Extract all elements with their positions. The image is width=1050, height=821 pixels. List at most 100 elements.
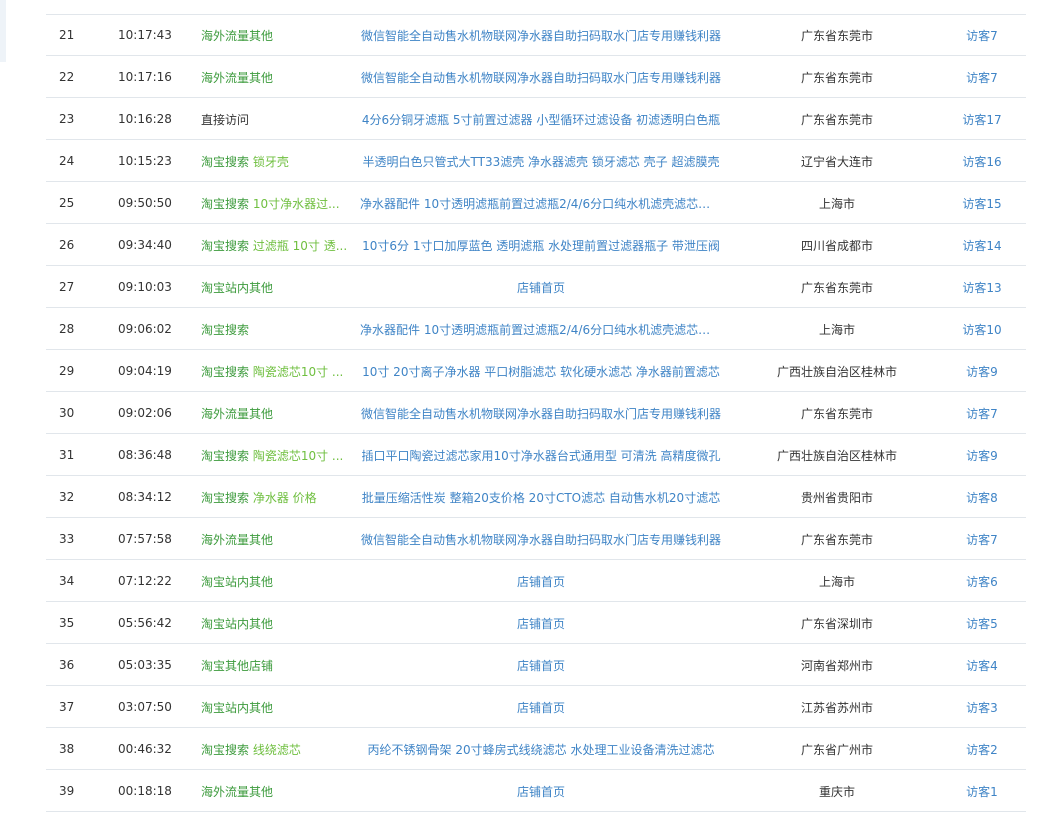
visitor-link[interactable]: 访客7 <box>952 405 1012 422</box>
search-keyword-link[interactable]: 净水器 价格 <box>253 491 317 505</box>
traffic-source-cell: 海外流量其他 <box>201 27 360 44</box>
visited-page-link[interactable]: 净水器配件 10寸透明滤瓶前置过滤瓶2/4/6分口纯水机滤壳滤芯外壳 <box>360 195 722 212</box>
visitor-region: 广东省东莞市 <box>800 28 873 43</box>
visited-page-link[interactable]: 半透明白色只管式大TT33滤壳 净水器滤壳 锁牙滤芯 壳子 超滤膜壳 <box>360 153 722 170</box>
table-row: 29 09:04:19 淘宝搜索 陶瓷滤芯10寸 ... 10寸 20寸离子净水器 平… <box>46 351 1026 392</box>
visited-page-link[interactable]: 10寸 20寸离子净水器 平口树脂滤芯 软化硬水滤芯 净水器前置滤芯 <box>360 363 722 380</box>
visitor-region: 广东省东莞市 <box>800 112 873 127</box>
visitor-link[interactable]: 访客1 <box>952 783 1012 800</box>
row-index: 32 <box>59 490 75 504</box>
traffic-source-link[interactable]: 海外流量其他 <box>201 533 273 547</box>
row-index: 35 <box>59 616 75 630</box>
traffic-source-link[interactable]: 淘宝搜索 <box>201 239 249 253</box>
traffic-source-link[interactable]: 淘宝搜索 <box>201 365 249 379</box>
visitor-link[interactable]: 访客7 <box>952 69 1012 86</box>
visited-page-link[interactable]: 10寸6分 1寸口加厚蓝色 透明滤瓶 水处理前置过滤器瓶子 带泄压阀 <box>360 237 722 254</box>
traffic-source-link[interactable]: 淘宝搜索 <box>201 155 249 169</box>
table-row: 23 10:16:28 直接访问 4分6分铜牙滤瓶 5寸前置过滤器 小型循环过滤设备 … <box>46 99 1026 140</box>
traffic-source-link[interactable]: 淘宝其他店铺 <box>201 659 273 673</box>
traffic-source-cell: 淘宝搜索 陶瓷滤芯10寸 ... <box>201 447 360 464</box>
traffic-source-cell: 淘宝站内其他 <box>201 699 360 716</box>
visitor-link[interactable]: 访客7 <box>952 531 1012 548</box>
row-index: 28 <box>59 322 75 336</box>
visitor-region: 辽宁省大连市 <box>800 154 873 169</box>
visited-page-link[interactable]: 微信智能全自动售水机物联网净水器自助扫码取水门店专用赚钱利器 <box>360 405 722 422</box>
visitor-region: 广东省东莞市 <box>800 70 873 85</box>
traffic-source-link[interactable]: 淘宝搜索 <box>201 323 249 337</box>
traffic-source-cell: 淘宝搜索 线绕滤芯 <box>201 741 360 758</box>
visitor-link[interactable]: 访客2 <box>952 741 1012 758</box>
search-keyword-link[interactable]: 锁牙壳 <box>253 155 289 169</box>
visit-time: 09:10:03 <box>118 280 172 294</box>
table-row: 35 05:56:42 淘宝站内其他 店铺首页 广东省深圳市 访客5 <box>46 603 1026 644</box>
visit-time: 00:18:18 <box>118 784 172 798</box>
visited-page-link[interactable]: 店铺首页 <box>360 615 722 632</box>
visitor-link[interactable]: 访客4 <box>952 657 1012 674</box>
visitor-region: 上海市 <box>818 574 855 589</box>
visited-page-link[interactable]: 微信智能全自动售水机物联网净水器自助扫码取水门店专用赚钱利器 <box>360 27 722 44</box>
visitor-link[interactable]: 访客13 <box>952 279 1012 296</box>
visited-page-link[interactable]: 店铺首页 <box>360 657 722 674</box>
visitor-table: 21 10:17:43 海外流量其他 微信智能全自动售水机物联网净水器自助扫码取水门店… <box>46 14 1026 812</box>
visitor-link[interactable]: 访客16 <box>952 153 1012 170</box>
traffic-source-link[interactable]: 淘宝搜索 <box>201 743 249 757</box>
visited-page-link[interactable]: 店铺首页 <box>360 279 722 296</box>
visitor-link[interactable]: 访客7 <box>952 27 1012 44</box>
table-row: 28 09:06:02 淘宝搜索 净水器配件 10寸透明滤瓶前置过滤瓶2/4/6分口纯… <box>46 309 1026 350</box>
traffic-source-link[interactable]: 海外流量其他 <box>201 29 273 43</box>
visitor-link[interactable]: 访客9 <box>952 447 1012 464</box>
traffic-source-cell: 淘宝搜索 净水器 价格 <box>201 489 360 506</box>
visitor-link[interactable]: 访客9 <box>952 363 1012 380</box>
row-index: 24 <box>59 154 75 168</box>
visitor-link[interactable]: 访客5 <box>952 615 1012 632</box>
row-index: 27 <box>59 280 75 294</box>
visitor-link[interactable]: 访客6 <box>952 573 1012 590</box>
visited-page-link[interactable]: 插口平口陶瓷过滤芯家用10寸净水器台式通用型 可清洗 高精度微孔 <box>360 447 722 464</box>
visited-page-link[interactable]: 微信智能全自动售水机物联网净水器自助扫码取水门店专用赚钱利器 <box>360 531 722 548</box>
visit-time: 09:02:06 <box>118 406 172 420</box>
traffic-source-link[interactable]: 淘宝站内其他 <box>201 617 273 631</box>
traffic-source-link[interactable]: 淘宝搜索 <box>201 491 249 505</box>
search-keyword-link[interactable]: 陶瓷滤芯10寸 ... <box>253 365 344 379</box>
traffic-source-link[interactable]: 淘宝站内其他 <box>201 575 273 589</box>
traffic-source-link[interactable]: 海外流量其他 <box>201 71 273 85</box>
row-index: 21 <box>59 28 75 42</box>
traffic-source-link: 直接访问 <box>201 112 250 127</box>
table-row: 22 10:17:16 海外流量其他 微信智能全自动售水机物联网净水器自助扫码取水门店… <box>46 57 1026 98</box>
table-row: 37 03:07:50 淘宝站内其他 店铺首页 江苏省苏州市 访客3 <box>46 687 1026 728</box>
visited-page-link[interactable]: 微信智能全自动售水机物联网净水器自助扫码取水门店专用赚钱利器 <box>360 69 722 86</box>
visitor-link[interactable]: 访客3 <box>952 699 1012 716</box>
table-row: 38 00:46:32 淘宝搜索 线绕滤芯 丙纶不锈钢骨架 20寸蜂房式线绕滤芯 水处… <box>46 729 1026 770</box>
visitor-link[interactable]: 访客14 <box>952 237 1012 254</box>
visitor-link[interactable]: 访客10 <box>952 321 1012 338</box>
traffic-source-link[interactable]: 淘宝站内其他 <box>201 281 273 295</box>
search-keyword-link[interactable]: 线绕滤芯 <box>253 743 301 757</box>
traffic-source-link[interactable]: 淘宝站内其他 <box>201 701 273 715</box>
search-keyword-link[interactable]: 陶瓷滤芯10寸 ... <box>253 449 344 463</box>
visited-page-link[interactable]: 店铺首页 <box>360 573 722 590</box>
table-row: 24 10:15:23 淘宝搜索 锁牙壳 半透明白色只管式大TT33滤壳 净水器滤壳 … <box>46 141 1026 182</box>
visitor-link[interactable]: 访客8 <box>952 489 1012 506</box>
visited-page-link[interactable]: 店铺首页 <box>360 783 722 800</box>
visited-page-link[interactable]: 店铺首页 <box>360 699 722 716</box>
search-keyword-link[interactable]: 过滤瓶 10寸 透... <box>253 239 347 253</box>
traffic-source-link[interactable]: 淘宝搜索 <box>201 449 249 463</box>
row-index: 34 <box>59 574 75 588</box>
visitor-region: 江苏省苏州市 <box>800 700 873 715</box>
visit-time: 08:34:12 <box>118 490 172 504</box>
visited-page-link[interactable]: 净水器配件 10寸透明滤瓶前置过滤瓶2/4/6分口纯水机滤壳滤芯外壳 <box>360 321 722 338</box>
table-row: 25 09:50:50 淘宝搜索 10寸净水器过... 净水器配件 10寸透明滤瓶前置… <box>46 183 1026 224</box>
visited-page-link[interactable]: 4分6分铜牙滤瓶 5寸前置过滤器 小型循环过滤设备 初滤透明白色瓶 <box>360 111 722 128</box>
visitor-region: 上海市 <box>818 196 855 211</box>
traffic-source-link[interactable]: 海外流量其他 <box>201 407 273 421</box>
traffic-source-link[interactable]: 海外流量其他 <box>201 785 273 799</box>
traffic-source-cell: 海外流量其他 <box>201 405 360 422</box>
traffic-source-link[interactable]: 淘宝搜索 <box>201 197 249 211</box>
traffic-source-cell: 淘宝搜索 过滤瓶 10寸 透... <box>201 237 360 254</box>
visitor-link[interactable]: 访客15 <box>952 195 1012 212</box>
search-keyword-link[interactable]: 10寸净水器过... <box>253 197 340 211</box>
visited-page-link[interactable]: 批量压缩活性炭 整箱20支价格 20寸CTO滤芯 自动售水机20寸滤芯 <box>360 489 722 506</box>
row-index: 36 <box>59 658 75 672</box>
visitor-link[interactable]: 访客17 <box>952 111 1012 128</box>
visited-page-link[interactable]: 丙纶不锈钢骨架 20寸蜂房式线绕滤芯 水处理工业设备清洗过滤芯 <box>360 741 722 758</box>
